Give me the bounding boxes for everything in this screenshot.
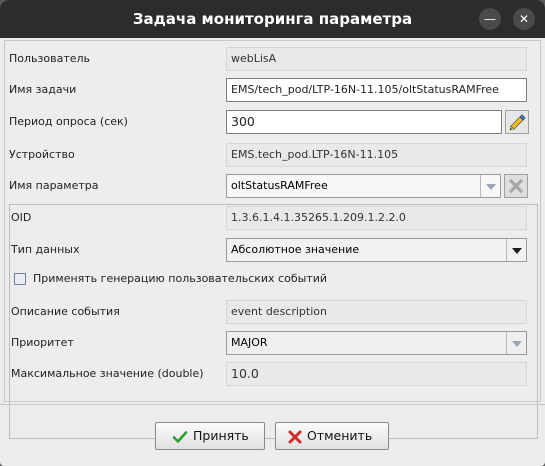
device-label: Устройство (9, 148, 75, 161)
footer-separator (0, 404, 545, 405)
title-bar: Задача мониторинга параметра — ✕ (0, 0, 545, 38)
param-name-combo[interactable]: oltStatusRAMFree (226, 174, 501, 198)
close-icon: ✕ (518, 12, 530, 26)
dialog-window: Задача мониторинга параметра — ✕ Пользов… (0, 0, 545, 466)
clear-x-icon (508, 178, 524, 194)
max-value-field: 10.0 (226, 362, 527, 386)
clear-param-button[interactable] (504, 174, 528, 198)
period-label: Период опроса (сек) (9, 115, 128, 128)
device-field: EMS.tech_pod.LTP-16N-11.105 (226, 143, 527, 167)
task-name-input[interactable]: EMS/tech_pod/LTP-16N-11.105/oltStatusRAM… (226, 78, 527, 102)
edit-period-button[interactable] (505, 110, 529, 134)
chevron-down-icon (506, 332, 526, 354)
data-type-select[interactable]: Абсолютное значение (226, 238, 527, 262)
accept-label: Принять (193, 428, 249, 443)
chevron-down-icon (480, 175, 500, 197)
max-value-label: Максимальное значение (double) (11, 367, 204, 380)
oid-field: 1.3.6.1.4.1.35265.1.209.1.2.2.0 (226, 206, 527, 230)
red-x-icon (288, 430, 302, 444)
pencil-icon (509, 114, 526, 131)
minimize-icon: — (484, 12, 496, 26)
close-button[interactable]: ✕ (513, 8, 535, 30)
data-type-label: Тип данных (11, 243, 80, 256)
oid-label: OID (11, 211, 32, 224)
cancel-label: Отменить (307, 428, 373, 443)
data-type-value: Абсолютное значение (231, 243, 360, 256)
checkmark-icon (172, 431, 188, 443)
task-name-label: Имя задачи (9, 83, 77, 96)
minimize-button[interactable]: — (479, 8, 501, 30)
cancel-button[interactable]: Отменить (275, 422, 389, 450)
event-desc-label: Описание события (11, 305, 120, 318)
period-input[interactable]: 300 (226, 110, 502, 134)
event-desc-field: event description (226, 300, 527, 324)
param-name-label: Имя параметра (9, 179, 99, 192)
priority-select[interactable]: MAJOR (226, 331, 527, 355)
param-name-value: oltStatusRAMFree (231, 179, 328, 192)
accept-button[interactable]: Принять (155, 422, 265, 450)
window-title: Задача мониторинга параметра (132, 10, 413, 28)
user-label: Пользователь (9, 52, 91, 65)
chevron-down-icon (506, 239, 526, 261)
custom-events-label[interactable]: Применять генерацию пользовательских соб… (33, 270, 327, 288)
user-field: webLisA (226, 47, 527, 71)
custom-events-checkbox[interactable] (14, 273, 26, 285)
priority-label: Приоритет (11, 336, 74, 349)
priority-value: MAJOR (231, 336, 268, 349)
